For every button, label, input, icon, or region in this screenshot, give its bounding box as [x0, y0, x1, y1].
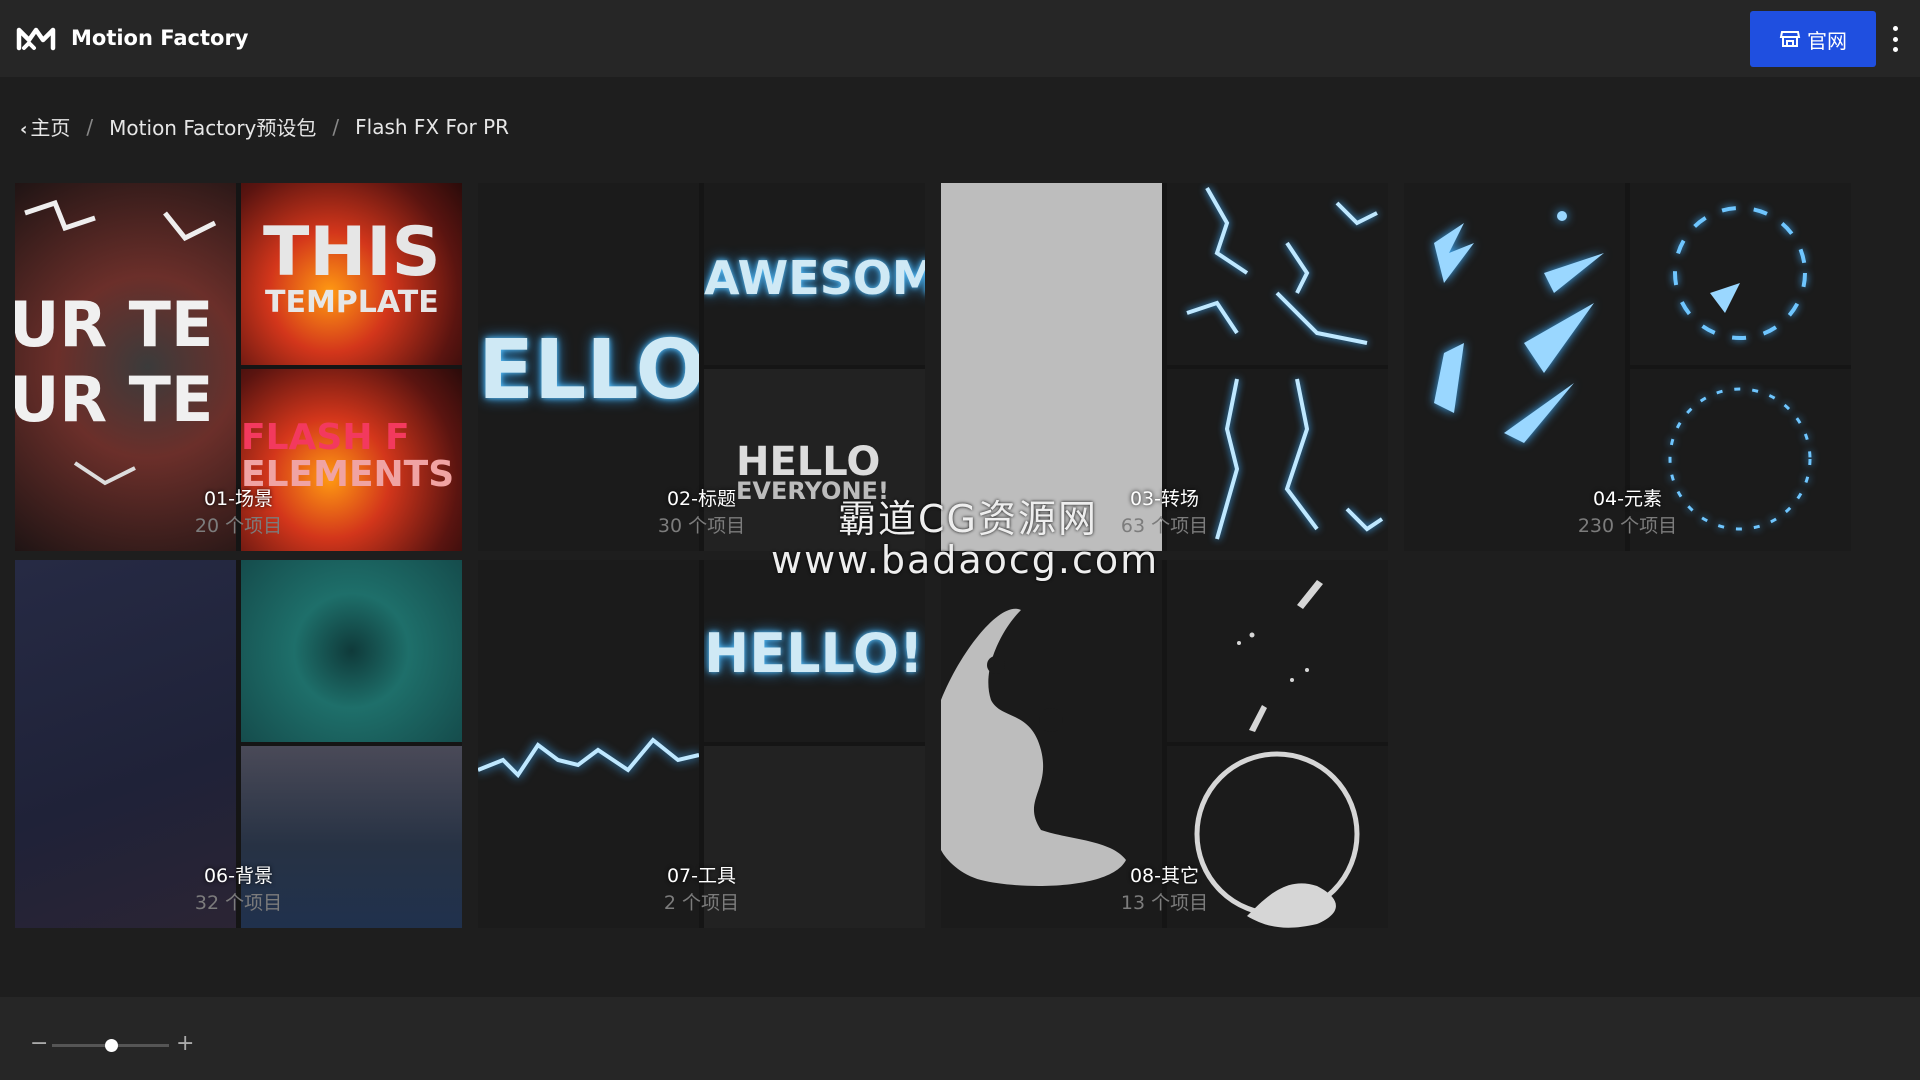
thumbnail-top-right: HELLO! — [704, 560, 925, 742]
top-bar: Motion Factory 官网 — [0, 0, 1920, 77]
thumbnail-top-right — [1167, 560, 1388, 742]
thumbnail-top-right — [1630, 183, 1851, 365]
folder-name: 08-其它 — [1129, 865, 1200, 887]
breadcrumb-preset-pack[interactable]: Motion Factory预设包 — [109, 112, 316, 141]
folder-name: 06-背景 — [203, 865, 274, 887]
thumb-text: ELLO — [478, 323, 699, 418]
folder-card-scenes[interactable]: UR TE UR TE THIS TEMPLATE FLASH F ELEMEN… — [15, 183, 462, 551]
energy-ring-icon — [1673, 206, 1807, 340]
breadcrumb-separator: / — [86, 114, 94, 139]
breadcrumb-home[interactable]: ‹ 主页 — [20, 112, 70, 141]
motion-factory-logo-icon — [16, 27, 56, 51]
thumb-text: THIS — [263, 213, 441, 292]
lightning-decor-icon — [1186, 187, 1378, 345]
folder-card-others[interactable]: 08-其它 13 个项目 — [941, 560, 1388, 928]
chevron-left-icon: ‹ — [20, 119, 28, 140]
folder-item-count: 13 个项目 — [1120, 892, 1209, 914]
droplets-icon — [1237, 580, 1323, 732]
zoom-slider[interactable] — [52, 1039, 169, 1052]
bottom-bar — [0, 997, 1920, 1080]
thumbnail-top-right: AWESOME — [704, 183, 925, 365]
zoom-out-button[interactable]: − — [30, 1033, 48, 1055]
folder-card-backgrounds[interactable]: 06-背景 32 个项目 — [15, 560, 462, 928]
zoom-slider-thumb[interactable] — [104, 1039, 118, 1052]
breadcrumb-separator: / — [332, 114, 340, 139]
watermark-title: 霸道CG资源网 — [838, 497, 1098, 541]
folder-card-elements[interactable]: 04-元素 230 个项目 — [1404, 183, 1851, 551]
watermark-url: www.badaocg.com — [771, 538, 1160, 582]
folder-name: 01-场景 — [203, 488, 274, 510]
folder-name: 07-工具 — [666, 865, 737, 887]
thumbnail-top-right — [241, 560, 462, 742]
official-site-button[interactable]: 官网 — [1750, 11, 1876, 67]
folder-item-count: 2 个项目 — [663, 892, 740, 914]
zoom-in-button[interactable]: + — [176, 1033, 194, 1055]
thumb-text: FLASH F — [241, 417, 410, 458]
breadcrumb: ‹ 主页 / Motion Factory预设包 / Flash FX For P… — [20, 112, 509, 141]
official-site-label: 官网 — [1807, 28, 1847, 53]
folder-item-count: 20 个项目 — [194, 515, 283, 537]
folder-item-count: 230 个项目 — [1577, 515, 1678, 537]
folder-item-count: 32 个项目 — [194, 892, 283, 914]
more-options-icon[interactable] — [1888, 26, 1902, 52]
app-title: Motion Factory — [71, 26, 249, 50]
folder-card-tools[interactable]: HELLO! 07-工具 2 个项目 — [478, 560, 925, 928]
store-icon — [1779, 31, 1801, 47]
breadcrumb-home-label: 主页 — [30, 116, 71, 140]
thumb-text: TEMPLATE — [265, 285, 439, 320]
thumbnail-top-right — [1167, 183, 1388, 365]
folder-name: 04-元素 — [1592, 488, 1663, 510]
breadcrumb-current: Flash FX For PR — [355, 114, 510, 139]
thumb-text: HELLO! — [704, 622, 924, 685]
thumb-text: AWESOME — [704, 251, 925, 305]
thumbnail-top-right: THIS TEMPLATE — [241, 183, 462, 365]
